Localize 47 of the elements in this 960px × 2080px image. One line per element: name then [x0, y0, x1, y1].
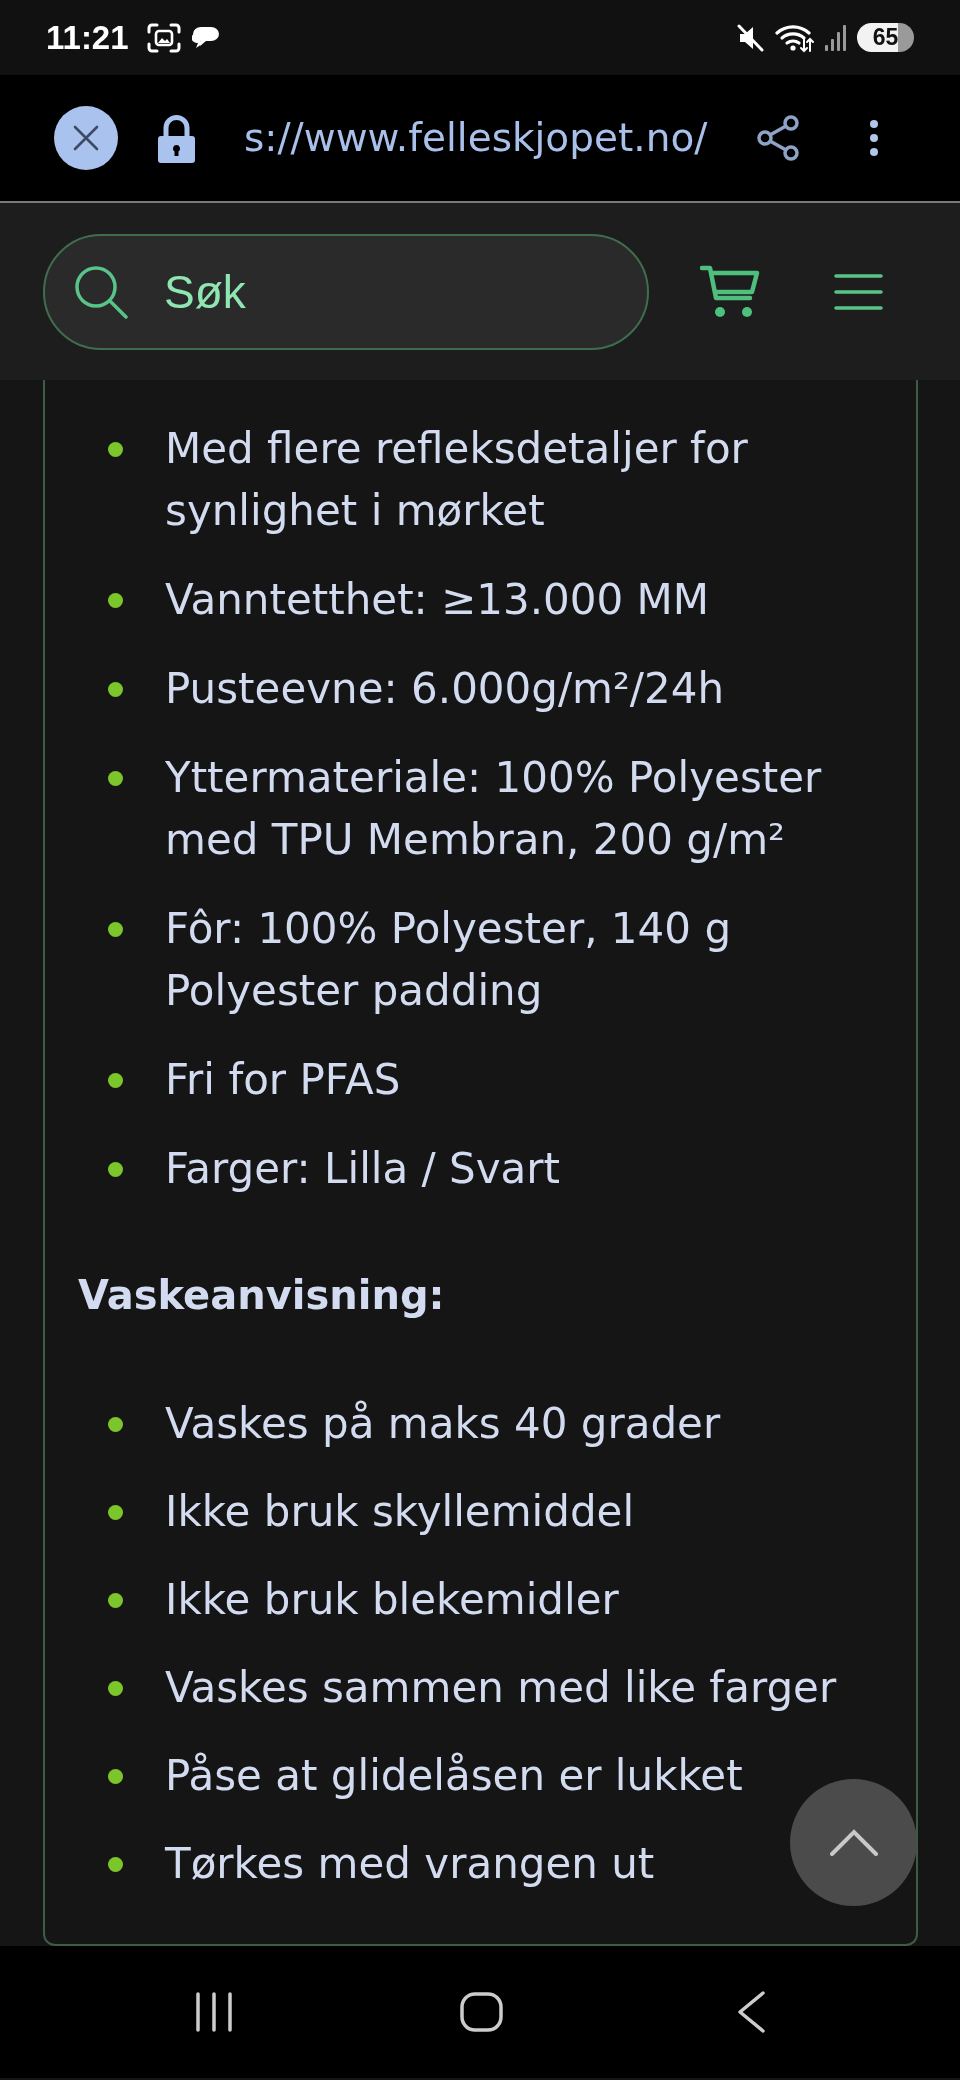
feature-item: Fri for PFAS — [165, 1054, 401, 1106]
close-icon — [73, 125, 99, 151]
feature-item: Fôr: 100% Polyester, 140 g Polyester padding — [165, 903, 733, 1017]
signal-icon — [824, 23, 848, 52]
search-icon — [74, 264, 128, 319]
care-instruction-item: Tørkes med vrangen ut — [165, 1838, 655, 1890]
menu-icon[interactable] — [834, 272, 883, 311]
battery-indicator: 65 — [857, 23, 914, 52]
feature-item: Pusteevne: 6.000g/m²/24h — [165, 663, 725, 715]
cart-icon[interactable] — [700, 264, 760, 319]
care-instruction-item: Vaskes sammen med like farger — [165, 1662, 837, 1714]
lock-icon[interactable] — [158, 113, 195, 163]
chevron-up-icon — [829, 1829, 878, 1856]
feature-item: Farger: Lilla / Svart — [165, 1143, 561, 1195]
more-options-icon[interactable] — [869, 119, 879, 157]
recent-apps-icon[interactable] — [195, 1992, 233, 2032]
care-instruction-item: Ikke bruk skyllemiddel — [165, 1486, 635, 1538]
screenshot-icon — [146, 22, 181, 53]
bullet-icon — [108, 1073, 123, 1088]
bullet-icon — [108, 682, 123, 697]
bullet-icon — [108, 1162, 123, 1177]
care-instruction-item: Påse at glidelåsen er lukket — [165, 1750, 743, 1802]
care-instruction-item: Ikke bruk blekemidler — [165, 1574, 619, 1626]
bullet-icon — [108, 1857, 123, 1872]
bullet-icon — [108, 1505, 123, 1520]
share-icon[interactable] — [757, 115, 799, 161]
wifi-icon — [775, 22, 815, 53]
bullet-icon — [108, 442, 123, 457]
care-heading: Vaskeanvisning: — [78, 1271, 445, 1320]
bullet-icon — [108, 593, 123, 608]
feature-item: Med flere refleksdetaljer for synlighet i mørket — [165, 423, 749, 537]
bullet-icon — [108, 1681, 123, 1696]
bullet-icon — [108, 1417, 123, 1432]
status-time: 11:21 — [46, 17, 129, 58]
bullet-icon — [108, 1593, 123, 1608]
feature-item: Vanntetthet: ≥13.000 MM — [165, 574, 710, 626]
bullet-icon — [108, 771, 123, 786]
bullet-icon — [108, 922, 123, 937]
search-field[interactable]: Søk — [43, 233, 649, 350]
feature-item: Yttermateriale: 100% Polyester med TPU Membran, 200 g/m² — [165, 752, 823, 866]
home-icon[interactable] — [460, 1992, 503, 2032]
bullet-icon — [108, 1769, 123, 1784]
back-icon[interactable] — [737, 1991, 765, 2033]
care-instruction-item: Vaskes på maks 40 grader — [165, 1398, 721, 1450]
chat-bubbles-icon — [191, 24, 220, 51]
mute-icon — [737, 23, 764, 52]
search-input[interactable]: Søk — [164, 263, 607, 320]
